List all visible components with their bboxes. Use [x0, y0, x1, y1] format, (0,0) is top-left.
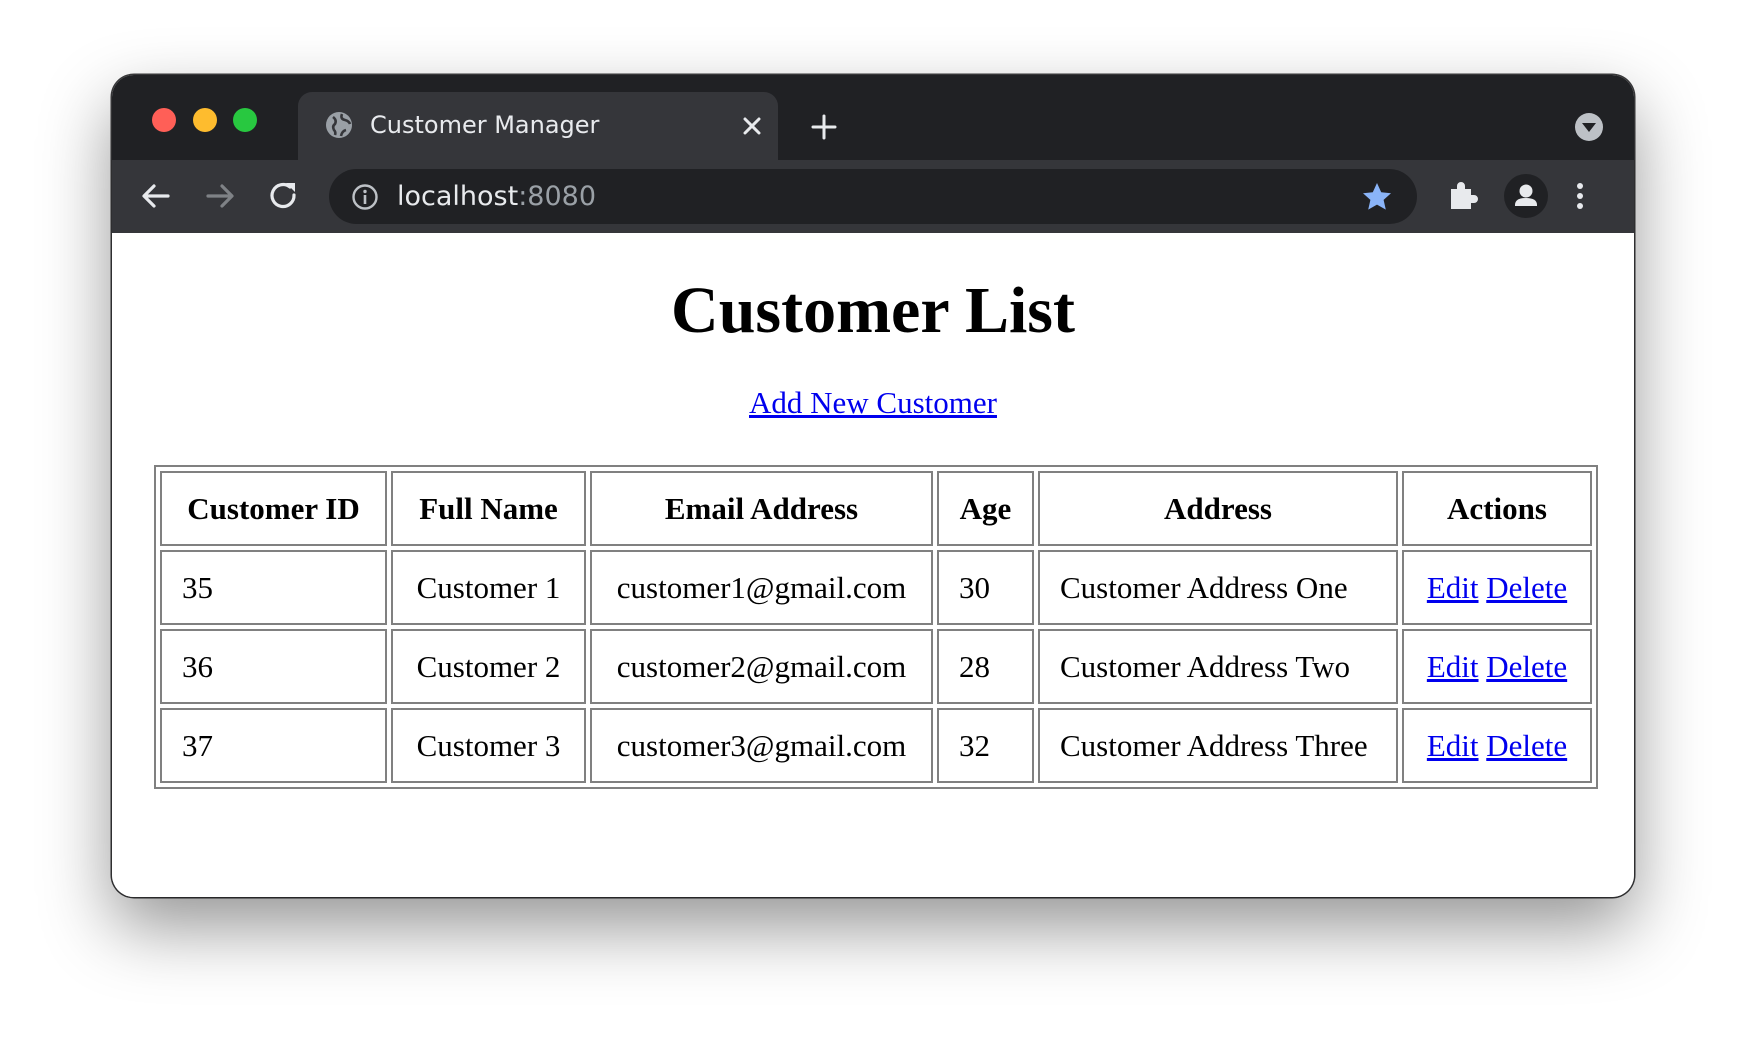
- chevron-down-icon[interactable]: [1574, 112, 1604, 142]
- minimize-window-button[interactable]: [193, 108, 217, 132]
- customer-table: Customer ID Full Name Email Address Age …: [154, 465, 1598, 789]
- delete-link[interactable]: Delete: [1486, 649, 1567, 684]
- zoom-window-button[interactable]: [233, 108, 257, 132]
- cell-address: Customer Address Three: [1038, 708, 1398, 783]
- delete-link[interactable]: Delete: [1486, 570, 1567, 605]
- header-email-address: Email Address: [590, 471, 933, 546]
- cell-actions: Edit Delete: [1402, 550, 1592, 625]
- add-new-customer-link[interactable]: Add New Customer: [749, 385, 997, 420]
- globe-icon: [326, 112, 352, 138]
- tab-title: Customer Manager: [370, 111, 600, 139]
- page-title: Customer List: [671, 274, 1075, 347]
- header-full-name: Full Name: [391, 471, 586, 546]
- header-age: Age: [937, 471, 1034, 546]
- url-text[interactable]: localhost:8080: [397, 179, 596, 215]
- add-link-container: Add New Customer: [112, 383, 1634, 423]
- person-icon: [1515, 184, 1537, 206]
- edit-link[interactable]: Edit: [1427, 570, 1479, 605]
- page-content: Customer List Add New Customer Customer …: [112, 233, 1634, 897]
- table-row: 36 Customer 2 customer2@gmail.com 28 Cus…: [160, 629, 1592, 704]
- cell-age: 28: [937, 629, 1034, 704]
- edit-link[interactable]: Edit: [1427, 649, 1479, 684]
- cell-age: 30: [937, 550, 1034, 625]
- back-arrow-icon[interactable]: [138, 178, 174, 214]
- edit-link[interactable]: Edit: [1427, 728, 1479, 763]
- profile-icon[interactable]: [1504, 174, 1548, 218]
- header-address: Address: [1038, 471, 1398, 546]
- cell-email: customer1@gmail.com: [590, 550, 933, 625]
- table-row: 37 Customer 3 customer3@gmail.com 32 Cus…: [160, 708, 1592, 783]
- customer-table-container: Customer ID Full Name Email Address Age …: [154, 465, 1598, 789]
- table-row: 35 Customer 1 customer1@gmail.com 30 Cus…: [160, 550, 1592, 625]
- cell-email: customer3@gmail.com: [590, 708, 933, 783]
- close-icon[interactable]: [738, 112, 766, 140]
- browser-window: Customer Manager localhost:8080 Customer…: [112, 75, 1634, 897]
- cell-actions: Edit Delete: [1402, 629, 1592, 704]
- cell-customer-id: 37: [160, 708, 387, 783]
- cell-address: Customer Address Two: [1038, 629, 1398, 704]
- kebab-menu-icon[interactable]: [1570, 178, 1590, 214]
- puzzle-icon[interactable]: [1446, 178, 1480, 212]
- cell-email: customer2@gmail.com: [590, 629, 933, 704]
- browser-toolbar: localhost:8080: [112, 160, 1634, 233]
- cell-address: Customer Address One: [1038, 550, 1398, 625]
- cell-full-name: Customer 1: [391, 550, 586, 625]
- info-icon[interactable]: [351, 183, 379, 211]
- header-actions: Actions: [1402, 471, 1592, 546]
- tab-customer-manager[interactable]: Customer Manager: [298, 92, 778, 160]
- url-host: localhost: [397, 181, 519, 212]
- plus-icon[interactable]: [808, 111, 840, 143]
- cell-age: 32: [937, 708, 1034, 783]
- delete-link[interactable]: Delete: [1486, 728, 1567, 763]
- url-port: :8080: [518, 181, 597, 212]
- reload-icon[interactable]: [266, 178, 302, 214]
- cell-customer-id: 35: [160, 550, 387, 625]
- table-header-row: Customer ID Full Name Email Address Age …: [160, 471, 1592, 546]
- header-customer-id: Customer ID: [160, 471, 387, 546]
- cell-full-name: Customer 2: [391, 629, 586, 704]
- forward-arrow-icon[interactable]: [202, 178, 238, 214]
- cell-customer-id: 36: [160, 629, 387, 704]
- star-icon[interactable]: [1361, 181, 1393, 213]
- address-bar[interactable]: localhost:8080: [329, 169, 1417, 224]
- cell-actions: Edit Delete: [1402, 708, 1592, 783]
- tab-strip: Customer Manager: [112, 75, 1634, 160]
- cell-full-name: Customer 3: [391, 708, 586, 783]
- close-window-button[interactable]: [152, 108, 176, 132]
